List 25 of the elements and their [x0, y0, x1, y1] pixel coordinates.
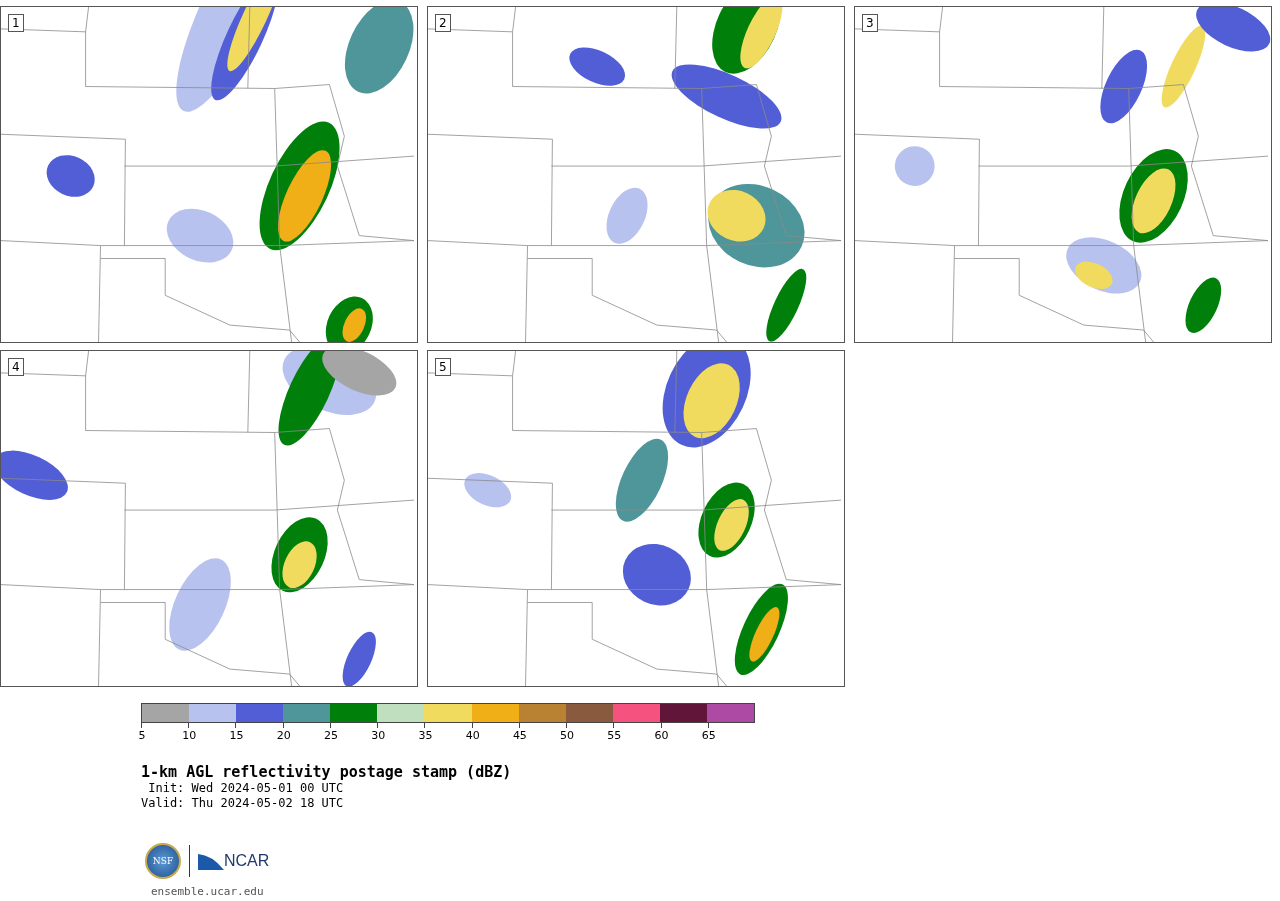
panel-number: 5 [435, 358, 451, 376]
tick-label: 45 [511, 729, 528, 742]
panel-number: 4 [8, 358, 24, 376]
tick-label: 20 [275, 729, 292, 742]
tick-label: 40 [464, 729, 481, 742]
tick-label: 5 [137, 729, 147, 742]
panel-number: 3 [862, 14, 878, 32]
tick-label: 65 [700, 729, 717, 742]
ncar-logo: NCAR [224, 852, 270, 870]
tick-label: 10 [181, 729, 198, 742]
tick-label: 35 [417, 729, 434, 742]
panel-number: 2 [435, 14, 451, 32]
tick-label: 55 [606, 729, 623, 742]
tick-label: 30 [370, 729, 387, 742]
panel-number: 1 [8, 14, 24, 32]
site-url: ensemble.ucar.edu [151, 885, 265, 898]
swoosh-icon [198, 852, 224, 870]
init-time: Init: Wed 2024-05-01 00 UTC [147, 781, 345, 796]
tick-label: 50 [559, 729, 576, 742]
tick-label: 25 [322, 729, 339, 742]
tick-label: 60 [653, 729, 670, 742]
valid-time: Valid: Thu 2024-05-02 18 UTC [141, 796, 345, 811]
nsf-logo: NSF [145, 843, 181, 879]
chart-title: 1-km AGL reflectivity postage stamp (dBZ) [141, 763, 513, 781]
tick-label: 15 [228, 729, 245, 742]
